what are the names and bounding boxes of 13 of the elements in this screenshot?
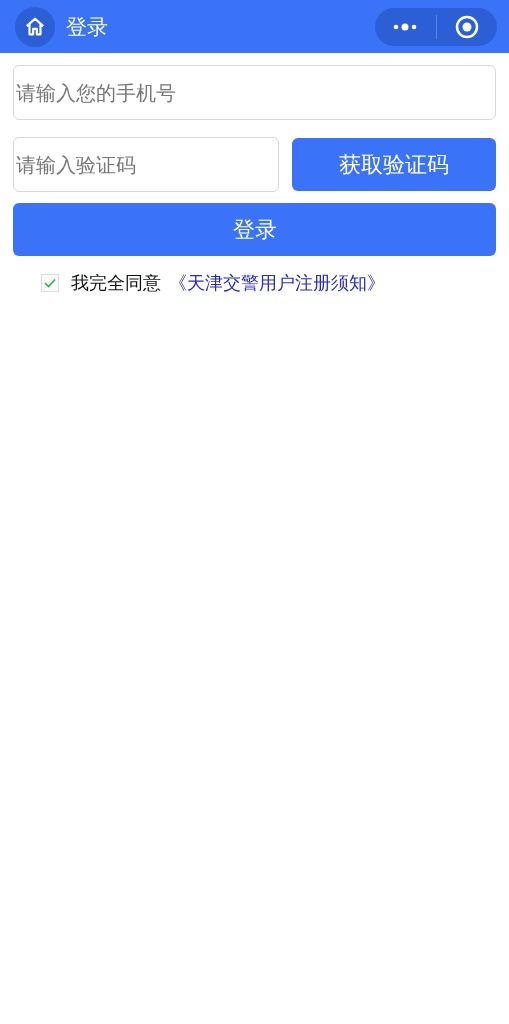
more-icon xyxy=(392,22,419,31)
home-button[interactable] xyxy=(15,6,55,47)
check-icon xyxy=(44,278,56,288)
agree-checkbox[interactable] xyxy=(41,274,59,292)
code-field[interactable]: 请输入验证码 xyxy=(13,137,279,192)
target-icon xyxy=(454,14,479,39)
home-icon xyxy=(24,15,46,38)
login-button[interactable]: 登录 xyxy=(13,203,496,256)
get-code-button[interactable]: 获取验证码 xyxy=(292,138,496,191)
phone-field[interactable]: 请输入您的手机号 xyxy=(13,65,496,120)
agreement-text: 我完全同意 xyxy=(71,271,161,295)
agreement-link[interactable]: 《天津交警用户注册须知》 xyxy=(169,271,385,295)
page-title: 登录 xyxy=(66,13,109,41)
